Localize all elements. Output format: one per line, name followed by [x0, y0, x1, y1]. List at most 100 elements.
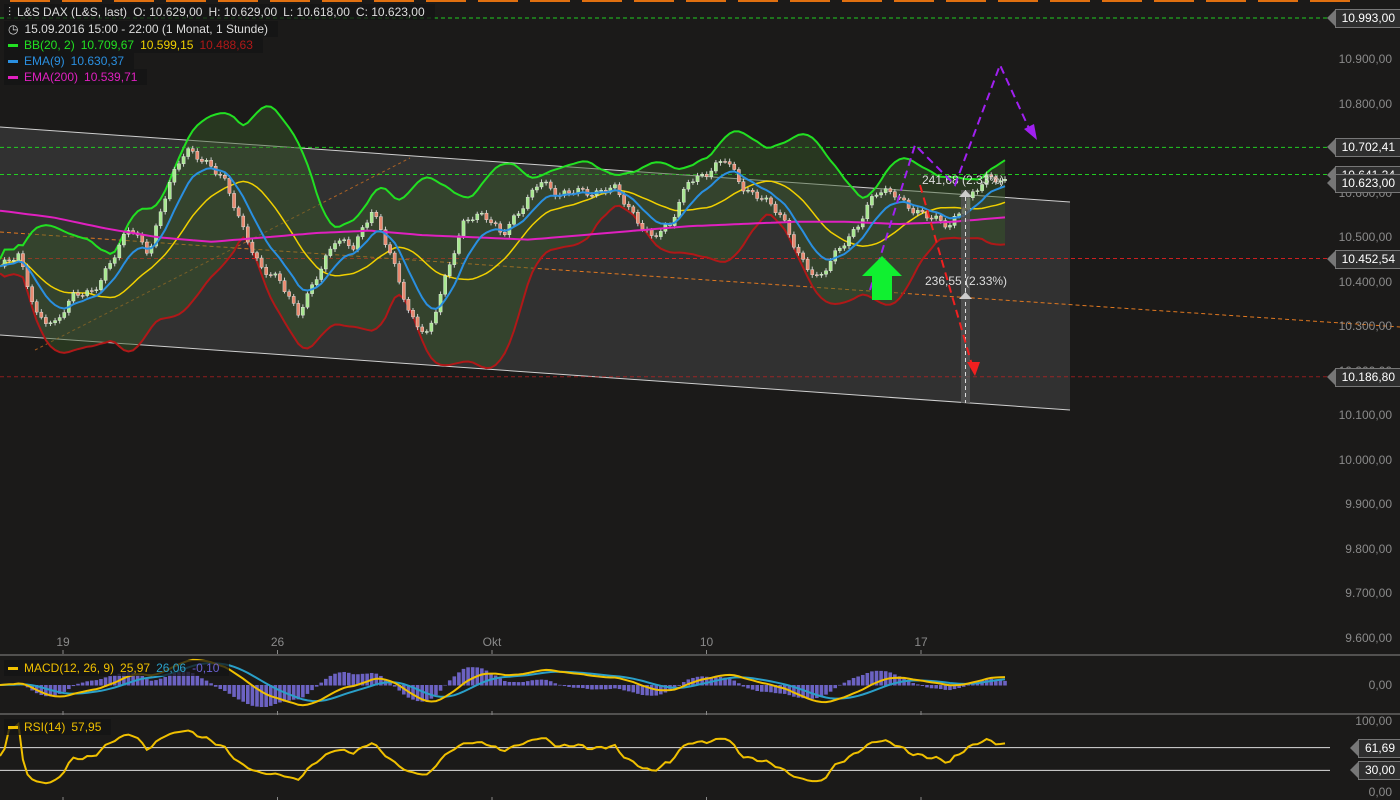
legend-macd[interactable]: MACD(12, 26, 9) 25,97 26,06 -0,10 — [4, 660, 230, 676]
candle — [255, 252, 259, 259]
candle — [938, 215, 943, 221]
macd-hist-bar — [934, 685, 938, 689]
macd-hist-bar — [737, 683, 741, 686]
candle — [709, 170, 714, 177]
legend-ema200[interactable]: EMA(200) 10.539,71 — [4, 69, 148, 85]
macd-hist-bar — [236, 685, 241, 700]
candle — [434, 311, 438, 324]
candle — [420, 326, 424, 332]
candle — [250, 241, 255, 253]
instrument-name: L&S DAX (L&S, last) — [17, 5, 128, 19]
macd-hist-bar — [516, 682, 521, 686]
macd-hist-bar — [590, 685, 594, 690]
macd-hist-bar — [718, 676, 723, 686]
macd-hist-bar — [842, 682, 847, 686]
candle — [99, 280, 103, 290]
candle — [681, 188, 686, 203]
candle — [631, 206, 636, 213]
bb-label: BB(20, 2) — [24, 38, 75, 52]
legend-rsi[interactable]: RSI(14) 57,95 — [4, 719, 112, 735]
macd-hist-bar — [209, 683, 213, 686]
ema9-label: EMA(9) — [24, 54, 65, 68]
macd-hist-bar — [301, 685, 305, 698]
macd-hist-bar — [80, 682, 85, 686]
candle — [475, 213, 480, 221]
legend-bb[interactable]: BB(20, 2) 10.709,67 10.599,15 10.488,63 — [4, 37, 263, 53]
candle — [209, 160, 213, 167]
macd-hist-bar — [599, 685, 603, 690]
candle — [493, 222, 498, 225]
candle — [599, 190, 603, 192]
candle — [773, 203, 778, 213]
macd-hist-bar — [365, 673, 369, 686]
candle — [590, 194, 594, 197]
macd-hist-bar — [585, 685, 590, 689]
candle — [502, 231, 507, 235]
macd-hist-bar — [544, 679, 548, 686]
candle — [466, 219, 470, 222]
candle — [824, 270, 828, 275]
price-chart[interactable]: 241,68 (2.33%) 236,55 (2.33%) — [0, 0, 1400, 800]
rsi-tick-label: 100,00 — [1355, 714, 1392, 728]
candle — [48, 322, 53, 324]
macd-hist-bar — [879, 670, 883, 686]
macd-hist-bar — [470, 667, 475, 686]
candle — [902, 197, 906, 201]
macd-hist-bar — [241, 685, 246, 702]
macd-hist-bar — [856, 676, 860, 686]
candle — [842, 245, 847, 249]
candle — [617, 184, 622, 196]
date-tick-label: 10 — [699, 635, 714, 649]
macd-label: MACD(12, 26, 9) — [24, 661, 115, 675]
candle — [314, 279, 319, 285]
macd-hist-bar — [608, 685, 613, 689]
candle — [241, 215, 246, 228]
candle — [512, 215, 516, 225]
candle — [700, 173, 704, 176]
price-tick-label: 9.600,00 — [1345, 630, 1392, 645]
instrument-header: ⫶ L&S DAX (L&S, last) O: 10.629,00 H: 10.62… — [4, 4, 435, 20]
candle — [259, 257, 264, 268]
macd-hist-bar — [576, 685, 581, 688]
macd-hist-bar — [764, 685, 769, 692]
candle — [461, 220, 466, 237]
macd-hist-bar — [200, 678, 204, 686]
date-tick-label: 26 — [270, 635, 285, 649]
candle — [750, 190, 755, 193]
macd-hist-bar — [158, 678, 163, 686]
candle — [530, 189, 535, 198]
legend-ema9[interactable]: EMA(9) 10.630,37 — [4, 53, 135, 69]
candle — [16, 253, 21, 261]
macd-hist-bar — [259, 685, 264, 708]
candle — [356, 236, 360, 250]
macd-swatch-icon — [8, 667, 18, 671]
candle — [535, 186, 539, 191]
candle — [755, 191, 759, 199]
macd-hist-bar — [750, 685, 755, 690]
macd-hist-bar — [250, 685, 255, 706]
ohlc-close: C: 10.623,00 — [355, 5, 425, 19]
candle — [640, 223, 645, 230]
candle — [204, 160, 209, 162]
candle — [613, 184, 617, 189]
candle — [85, 290, 89, 296]
top-strip-mark — [114, 0, 154, 2]
macd-hist-bar — [925, 685, 929, 688]
candle — [948, 225, 952, 228]
candle — [920, 210, 925, 213]
candle — [741, 181, 746, 192]
macd-hist-bar — [525, 681, 530, 686]
candle — [282, 280, 287, 292]
macd-hist-bar — [457, 672, 461, 686]
candle — [301, 307, 305, 316]
indicators-icon[interactable]: ⫶ — [8, 5, 11, 19]
candle — [397, 263, 402, 283]
macd-hist-bar — [741, 685, 746, 687]
price-tick-label: 10.400,00 — [1338, 274, 1392, 289]
candle — [291, 296, 296, 304]
macd-hist-bar — [392, 685, 397, 687]
candle — [268, 274, 273, 276]
macd-hist-bar — [213, 685, 218, 687]
candle — [57, 317, 62, 321]
candle — [801, 252, 805, 260]
